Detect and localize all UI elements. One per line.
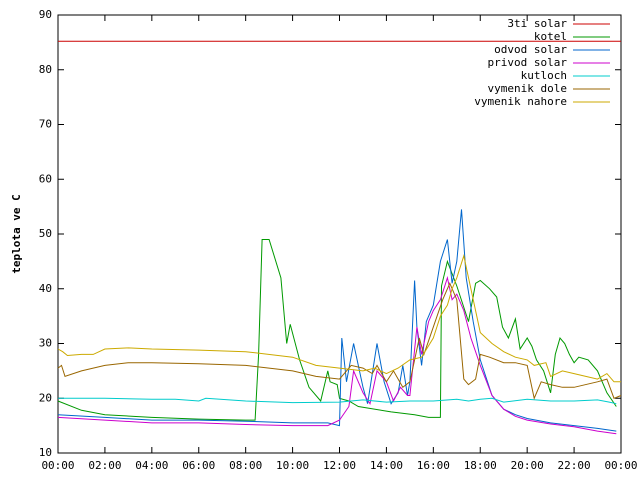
series-line-3	[57, 275, 617, 435]
y-tick-label: 60	[39, 172, 52, 185]
y-tick-label: 40	[39, 282, 52, 295]
legend: 3ti solarkotelodvod solarprivod solarkut…	[474, 17, 610, 108]
series-line-2	[57, 209, 617, 432]
x-tick-label: 18:00	[464, 459, 497, 472]
legend-label: odvod solar	[494, 43, 567, 56]
series-line-4	[58, 397, 617, 405]
x-tick-label: 10:00	[276, 459, 309, 472]
x-tick-label: 02:00	[88, 459, 121, 472]
y-tick-label: 70	[39, 118, 52, 131]
legend-label: kotel	[534, 30, 567, 43]
y-tick-label: 20	[39, 391, 52, 404]
x-tick-label: 20:00	[511, 459, 544, 472]
legend-label: vymenik dole	[488, 82, 567, 95]
y-tick-label: 80	[39, 63, 52, 76]
y-tick-label: 50	[39, 227, 52, 240]
x-tick-label: 06:00	[182, 459, 215, 472]
series-line-1	[57, 239, 617, 421]
y-axis-label: teplota ve C	[10, 194, 23, 273]
x-tick-label: 14:00	[370, 459, 403, 472]
y-tick-label: 30	[39, 337, 52, 350]
x-tick-label: 08:00	[229, 459, 262, 472]
series-line-5	[57, 282, 622, 400]
legend-label: kutloch	[521, 69, 567, 82]
x-tick-label: 22:00	[558, 459, 591, 472]
y-tick-label: 10	[39, 446, 52, 459]
x-tick-label: 00:00	[41, 459, 74, 472]
x-tick-label: 04:00	[135, 459, 168, 472]
x-tick-label: 16:00	[417, 459, 450, 472]
legend-label: privod solar	[488, 56, 568, 69]
x-tick-label: 12:00	[323, 459, 356, 472]
legend-label: vymenik nahore	[474, 95, 567, 108]
x-tick-label: 00:00	[604, 459, 637, 472]
y-tick-label: 90	[39, 8, 52, 21]
line-chart: 10 20 30 40 50 60 70 80 90 00:00 02:00 04:00 06:00 08…	[10, 8, 638, 472]
legend-label: 3ti solar	[507, 17, 567, 30]
